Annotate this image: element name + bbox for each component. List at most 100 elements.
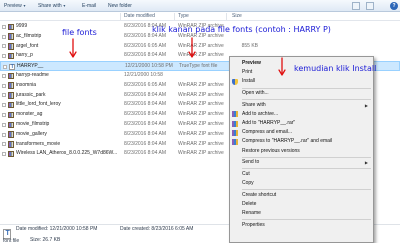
file-name: harry_p — [16, 52, 33, 59]
zip-icon — [8, 111, 14, 119]
context-menu: Preview Print Install Open with... Share… — [229, 56, 374, 243]
status-type: font file — [3, 238, 20, 243]
shield-icon — [232, 78, 238, 85]
file-type: WinRAR ZIP archive — [178, 91, 224, 98]
menu-label: Properties — [242, 221, 265, 228]
zip-icon — [8, 131, 14, 138]
annotation-file-fonts: file fonts — [62, 28, 97, 37]
file-date: 8/23/2016 8:04 AM — [124, 111, 166, 118]
menu-label: Send to — [242, 159, 260, 166]
zip-icon — [8, 101, 14, 109]
zip-icon — [8, 121, 14, 129]
command-bar: Preview▼ Share with▼ E-mail New folder ? — [0, 0, 400, 12]
column-type[interactable]: Type — [178, 13, 189, 20]
share-with-button[interactable]: Share with▼ — [38, 2, 66, 10]
file-date: 8/23/2016 8:04 AM — [124, 91, 166, 98]
menu-item-install[interactable]: Install — [230, 77, 373, 86]
row-checkbox[interactable] — [2, 93, 6, 98]
menu-item-send-to[interactable]: Send to ▶ — [230, 158, 373, 167]
file-type: WinRAR ZIP archive — [178, 130, 224, 137]
menu-label: Preview — [242, 60, 261, 66]
winrar-icon — [232, 138, 238, 145]
menu-label: Delete — [242, 200, 257, 207]
file-date: 12/21/2000 10:58 — [124, 72, 163, 78]
menu-item-cut[interactable]: Cut — [230, 170, 373, 179]
chevron-down-icon: ▼ — [62, 4, 67, 8]
menu-item-rename[interactable]: Rename — [230, 209, 373, 218]
share-with-label: Share with — [38, 3, 62, 9]
file-date: 8/23/2016 8:04 AM — [124, 52, 166, 59]
menu-item-add-to-rar[interactable]: Add to "HARRYP__.rar" — [230, 119, 373, 128]
row-checkbox[interactable] — [2, 44, 6, 49]
file-date: 8/23/2016 8:04 AM — [124, 140, 166, 147]
menu-item-restore-versions[interactable]: Restore previous versions — [230, 147, 373, 156]
row-checkbox[interactable] — [2, 73, 6, 78]
menu-item-create-shortcut[interactable]: Create shortcut — [230, 191, 373, 200]
file-size: 855 KB — [241, 42, 258, 49]
zip-icon — [8, 92, 14, 99]
help-icon[interactable]: ? — [390, 2, 398, 10]
row-checkbox[interactable] — [2, 24, 6, 29]
menu-label: Compress to "HARRYP__.rar" and email — [242, 138, 333, 145]
column-divider — [226, 13, 227, 20]
file-name: movie_filmstrip — [16, 121, 50, 127]
zip-icon — [8, 43, 14, 50]
row-checkbox[interactable] — [2, 112, 6, 117]
row-checkbox[interactable] — [3, 64, 7, 69]
menu-label: Add to "HARRYP__.rar" — [242, 120, 296, 126]
file-date: 8/23/2016 8:04 AM — [124, 101, 166, 108]
menu-item-delete[interactable]: Delete — [230, 200, 373, 209]
menu-item-compress-rar-email[interactable]: Compress to "HARRYP__.rar" and email — [230, 137, 373, 146]
row-checkbox[interactable] — [2, 83, 6, 88]
menu-item-add-to-archive[interactable]: Add to archive... — [230, 110, 373, 119]
zip-icon — [8, 52, 14, 60]
menu-label: Rename — [242, 210, 261, 216]
file-type: WinRAR ZIP archive — [178, 150, 224, 157]
file-type: WinRAR ZIP archive — [178, 81, 224, 88]
menu-item-compress-email[interactable]: Compress and email... — [230, 128, 373, 137]
row-checkbox[interactable] — [2, 142, 6, 147]
file-name: transformers_movie — [16, 140, 61, 147]
chevron-down-icon: ▼ — [22, 4, 27, 8]
menu-label: Install — [242, 78, 256, 85]
row-checkbox[interactable] — [2, 103, 6, 108]
menu-item-open-with[interactable]: Open with... — [230, 89, 373, 98]
status-size: Size: 26.7 KB — [30, 237, 61, 243]
preview-button[interactable]: Preview▼ — [4, 2, 26, 10]
menu-label: Share with — [242, 101, 266, 108]
zip-icon — [8, 23, 14, 31]
row-checkbox[interactable] — [2, 132, 6, 137]
file-type: WinRAR ZIP archive — [178, 52, 224, 59]
status-date-created: Date created: 8/23/2016 6:05 AM — [120, 226, 194, 232]
row-checkbox[interactable] — [2, 54, 6, 59]
menu-label: Compress and email... — [242, 129, 293, 136]
email-button[interactable]: E-mail — [82, 2, 96, 10]
file-row[interactable]: argel_font 8/23/2016 6:05 AM WinRAR ZIP … — [0, 42, 400, 52]
menu-item-properties[interactable]: Properties — [230, 221, 373, 230]
column-divider — [120, 13, 121, 20]
file-type: WinRAR ZIP archive — [178, 111, 224, 118]
column-size[interactable]: Size — [232, 13, 242, 20]
file-type: WinRAR ZIP archive — [178, 140, 224, 147]
file-date: 8/23/2016 6:05 AM — [124, 42, 166, 49]
row-checkbox[interactable] — [2, 122, 6, 127]
menu-label: Open with... — [242, 90, 269, 96]
file-type: WinRAR ZIP archive — [178, 101, 224, 108]
preview-pane-icon[interactable] — [366, 2, 374, 10]
winrar-icon — [232, 111, 238, 118]
chevron-right-icon: ▶ — [364, 160, 368, 166]
column-divider — [174, 13, 175, 20]
row-checkbox[interactable] — [2, 152, 6, 157]
menu-item-copy[interactable]: Copy — [230, 179, 373, 188]
new-folder-button[interactable]: New folder — [108, 2, 132, 10]
file-date: 8/23/2016 8:04 AM — [124, 150, 166, 157]
view-options-icon[interactable] — [352, 2, 360, 10]
menu-item-share-with[interactable]: Share with ▶ — [230, 101, 373, 110]
file-type: WinRAR ZIP archive — [178, 121, 224, 127]
menu-label: Cut — [242, 170, 250, 177]
file-name: harryp-readme — [16, 72, 49, 78]
file-name: jurassic_park — [16, 91, 46, 98]
zip-icon — [8, 150, 14, 158]
column-date-modified[interactable]: Date modified — [124, 13, 155, 20]
row-checkbox[interactable] — [2, 34, 6, 39]
